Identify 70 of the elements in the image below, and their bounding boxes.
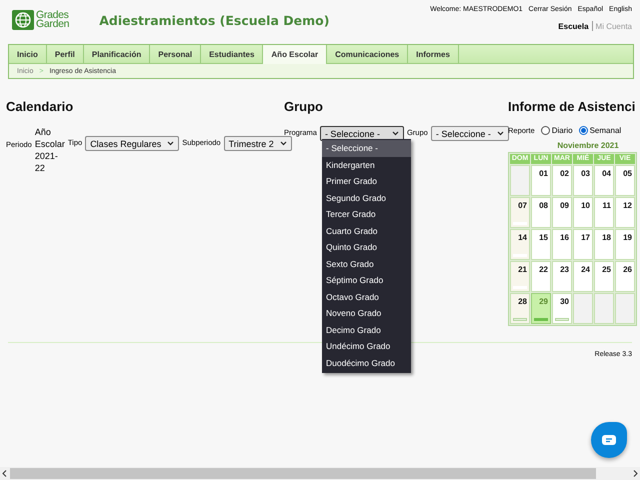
calendar-day[interactable]: 30 (552, 293, 572, 324)
dropdown-option[interactable]: Quinto Grado (322, 239, 411, 256)
calendar-day[interactable]: 28 (510, 293, 530, 324)
calendar-day[interactable]: 07 (510, 197, 530, 228)
section-heading: Grupo (284, 99, 324, 114)
account-link[interactable]: Escuela (558, 22, 589, 30)
calendar-day[interactable]: 25 (594, 261, 614, 292)
period-value: Año Escolar 2021-22 (34, 126, 65, 174)
chevron-down-icon (496, 131, 504, 136)
calendar-day[interactable]: 24 (573, 261, 593, 292)
dropdown-option[interactable]: Cuarto Grado (322, 222, 411, 239)
chat-button[interactable] (591, 422, 627, 458)
type-select[interactable]: Clases Regulares (85, 136, 180, 151)
dropdown-option[interactable]: Decimo Grado (322, 322, 411, 338)
section-heading: Calendario (6, 99, 74, 114)
nav-tab[interactable]: Informes (408, 45, 459, 63)
calendar-day[interactable]: 09 (552, 197, 572, 228)
nav-tab[interactable]: Planificación (84, 45, 150, 63)
calendar-day[interactable]: 18 (594, 229, 614, 260)
calendar-month: Noviembre 2021 (556, 141, 620, 150)
dropdown-option[interactable]: Tercer Grado (322, 206, 411, 222)
calendar-day[interactable]: 02 (552, 165, 572, 196)
dropdown-option[interactable]: Duodécimo Grado (322, 354, 411, 371)
calendar-day[interactable]: 04 (594, 165, 614, 196)
calendar-day[interactable]: 21 (510, 261, 530, 292)
dropdown-option[interactable]: Sexto Grado (322, 256, 411, 272)
radio-icon[interactable] (540, 126, 550, 135)
calendar-day[interactable]: 08 (531, 197, 551, 228)
calendar-day[interactable]: 19 (615, 229, 635, 260)
calendar-day[interactable]: 11 (594, 197, 614, 228)
calendar-day[interactable]: 14 (510, 229, 530, 260)
calendar-day[interactable]: 16 (552, 229, 572, 260)
group-select[interactable]: - Seleccione - (430, 126, 509, 141)
dropdown-option[interactable]: Kindergarten (322, 156, 411, 173)
dropdown-option[interactable]: Undécimo Grado (322, 338, 411, 354)
dropdown-option[interactable]: - Seleccione - (322, 140, 411, 156)
nav-tab[interactable]: Comunicaciones (327, 45, 408, 63)
calendar-day[interactable]: 01 (531, 165, 551, 196)
calendar-day[interactable]: 12 (615, 197, 635, 228)
horizontal-scrollbar[interactable] (0, 467, 640, 480)
radio-icon[interactable] (578, 126, 588, 135)
nav-tab[interactable]: Perfil (46, 45, 84, 63)
calendar-day[interactable]: 17 (573, 229, 593, 260)
chevron-down-icon (392, 131, 399, 136)
page-title: Adiestramientos (Escuela Demo) (99, 12, 330, 28)
calendar-day[interactable]: 05 (615, 165, 635, 196)
dropdown-option[interactable]: Séptimo Grado (322, 272, 411, 288)
calendar-day[interactable]: 15 (531, 229, 551, 260)
calendar-day[interactable]: 23 (552, 261, 572, 292)
nav-tab[interactable]: Año Escolar (263, 45, 328, 64)
calendar-day[interactable]: 26 (615, 261, 635, 292)
dropdown-option[interactable]: Noveno Grado (322, 305, 411, 322)
chat-icon (602, 435, 616, 445)
report-radio[interactable]: Semanal (578, 126, 622, 135)
dropdown-option[interactable]: Primer Grado (322, 173, 411, 190)
section-heading: Informe de Asistenci (508, 99, 636, 114)
calendar-day[interactable]: 10 (573, 197, 593, 228)
nav-tab[interactable]: Personal (150, 45, 202, 63)
chevron-down-icon (280, 141, 287, 146)
calendar-day[interactable]: 22 (531, 261, 551, 292)
report-radio[interactable]: Diario (540, 126, 573, 135)
chevron-down-icon (167, 141, 174, 146)
dropdown-option[interactable]: Segundo Grado (322, 190, 411, 206)
logo-text: Grades (36, 11, 70, 20)
subperiod-select[interactable]: Trimestre 2 (224, 136, 292, 151)
globe-logo-icon (12, 10, 34, 30)
dropdown-option[interactable]: Octavo Grado (322, 288, 411, 305)
logo-text: Garden (36, 20, 70, 29)
calendar-day[interactable]: 03 (573, 165, 593, 196)
nav-tab[interactable]: Inicio (9, 45, 47, 63)
